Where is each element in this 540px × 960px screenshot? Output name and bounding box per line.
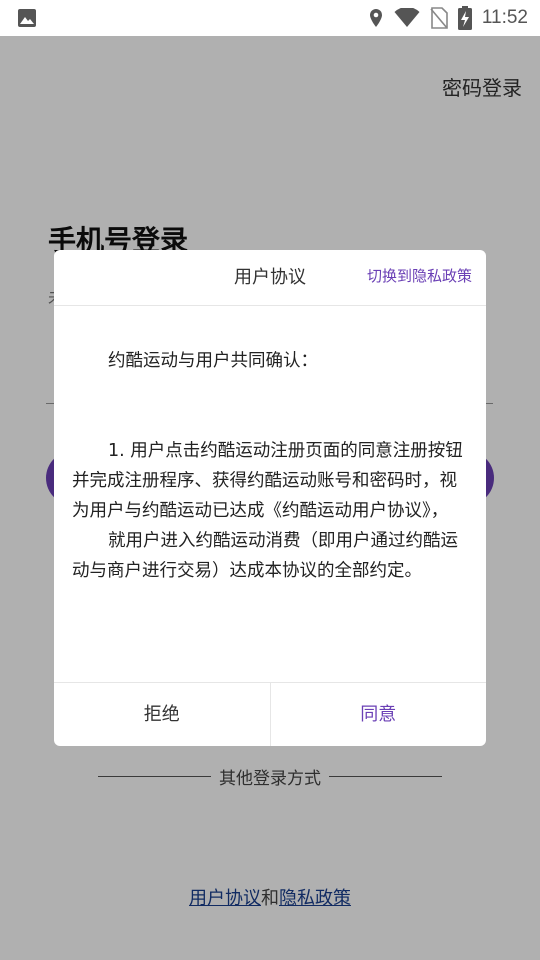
dialog-footer: 拒绝 同意 xyxy=(54,682,486,746)
no-sim-icon xyxy=(430,7,448,29)
dialog-header: 用户协议 切换到隐私政策 xyxy=(54,250,486,306)
status-bar: 11:52 xyxy=(0,0,540,36)
dialog-paragraph-2: 就用户进入约酷运动消费（即用户通过约酷运动与商户进行交易）达成本协议的全部约定。 xyxy=(72,531,458,581)
dialog-confirm-text: 约酷运动与用户共同确认： xyxy=(108,351,318,371)
gallery-icon xyxy=(18,9,36,27)
location-icon xyxy=(369,9,382,27)
user-agreement-dialog: 用户协议 切换到隐私政策 约酷运动与用户共同确认： 1. 用户点击约酷运动注册页… xyxy=(54,250,486,746)
battery-charging-icon xyxy=(457,6,472,30)
dialog-body: 约酷运动与用户共同确认： 1. 用户点击约酷运动注册页面的同意注册按钮并完成注册… xyxy=(72,346,472,586)
status-time: 11:52 xyxy=(481,7,528,28)
dialog-paragraph-1: 1. 用户点击约酷运动注册页面的同意注册按钮并完成注册程序、获得约酷运动账号和密… xyxy=(72,441,463,521)
reject-button[interactable]: 拒绝 xyxy=(54,683,271,746)
status-icons: 11:52 xyxy=(368,0,528,36)
agree-button[interactable]: 同意 xyxy=(271,683,487,746)
switch-to-privacy-button[interactable]: 切换到隐私政策 xyxy=(367,250,472,303)
wifi-icon xyxy=(394,8,420,27)
